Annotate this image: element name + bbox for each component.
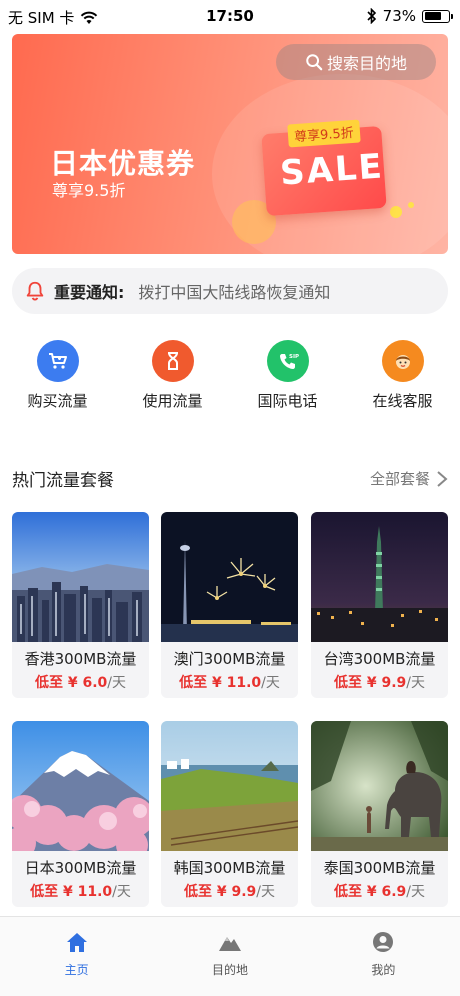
price-unit: /天 (112, 884, 131, 900)
package-name: 澳门300MB流量 (173, 650, 286, 668)
tab-home[interactable]: 主页 (0, 917, 153, 996)
price-prefix: 低至 ¥ (333, 884, 382, 900)
search-icon (306, 54, 323, 71)
price-value: 9.9 (231, 884, 257, 900)
package-price: 低至 ¥ 6.0/天 (12, 672, 149, 692)
tab-profile[interactable]: 我的 (307, 917, 460, 996)
quick-label: 国际电话 (257, 392, 318, 410)
hong-kong-skyline-image (12, 512, 149, 642)
quick-item-customer-service[interactable]: 在线客服 (345, 340, 460, 420)
price-value: 6.9 (381, 884, 407, 900)
price-prefix: 低至 ¥ (30, 884, 78, 900)
package-card-japan[interactable]: 日本300MB流量 低至 ¥ 11.0/天 (12, 721, 149, 907)
price-value: 6.0 (82, 675, 108, 691)
tab-label: 我的 (371, 963, 396, 977)
bluetooth-icon (367, 8, 376, 24)
battery-level (424, 12, 442, 20)
banner-title: 日本优惠券 (50, 147, 196, 180)
price-unit: /天 (261, 675, 280, 691)
quick-item-intl-call[interactable]: SIP 国际电话 (230, 340, 345, 420)
package-name: 日本300MB流量 (24, 859, 137, 877)
package-card-taiwan[interactable]: 台湾300MB流量 低至 ¥ 9.9/天 (311, 512, 448, 698)
package-name: 韩国300MB流量 (173, 859, 286, 877)
hot-packages-header: 热门流量套餐 全部套餐 (12, 466, 448, 492)
promo-banner[interactable]: 搜索目的地 日本优惠券 尊享9.5折 SALE 尊享9.5折 (12, 34, 448, 254)
macau-tower-fireworks-image (161, 512, 298, 642)
status-bar: 无 SIM 卡 17:50 73% (0, 0, 460, 34)
cart-icon (48, 353, 67, 369)
price-unit: /天 (107, 675, 127, 691)
tab-label: 目的地 (211, 963, 248, 977)
bell-icon (26, 281, 44, 301)
tab-label: 主页 (64, 963, 89, 977)
customer-service-icon (395, 355, 410, 369)
all-packages-label: 全部套餐 (369, 470, 430, 488)
quick-menu: 购买流量 使用流量 SIP 国际电话 在线客服 (0, 340, 460, 420)
package-card-macau[interactable]: 澳门300MB流量 低至 ¥ 11.0/天 (161, 512, 298, 698)
banner-decoration (408, 202, 414, 208)
package-card-thailand[interactable]: 泰国300MB流量 低至 ¥ 6.9/天 (311, 721, 448, 907)
quick-icon: SIP (266, 340, 309, 382)
quick-icon (36, 340, 79, 382)
quick-icon (151, 340, 194, 382)
sip-phone-icon: SIP (279, 354, 299, 369)
status-right: 73% (367, 7, 453, 25)
package-card-korea[interactable]: 韩国300MB流量 低至 ¥ 9.9/天 (161, 721, 298, 907)
price-value: 11.0 (226, 675, 262, 691)
price-unit: /天 (406, 884, 426, 900)
price-unit: /天 (256, 884, 276, 900)
home-icon (66, 933, 87, 952)
quick-label: 在线客服 (372, 392, 433, 410)
svg-text:SIP: SIP (289, 354, 299, 360)
hourglass-icon (167, 352, 178, 370)
chevron-right-icon (437, 470, 448, 487)
notice-bar[interactable]: 重要通知: 拨打中国大陆线路恢复通知 (12, 268, 448, 314)
package-price: 低至 ¥ 9.9/天 (161, 881, 298, 901)
notice-text: 拨打中国大陆线路恢复通知 (138, 283, 331, 302)
price-prefix: 低至 ¥ (179, 675, 227, 691)
package-card-hong-kong[interactable]: 香港300MB流量 低至 ¥ 6.0/天 (12, 512, 149, 698)
korea-coast-image (161, 721, 298, 851)
package-price: 低至 ¥ 11.0/天 (161, 672, 298, 692)
price-prefix: 低至 ¥ (34, 675, 83, 691)
banner-subtitle: 尊享9.5折 (52, 181, 126, 200)
section-title: 热门流量套餐 (12, 471, 114, 491)
package-price: 低至 ¥ 11.0/天 (12, 881, 149, 901)
banner-decoration (390, 206, 402, 218)
quick-icon (381, 340, 424, 382)
price-prefix: 低至 ¥ (333, 675, 382, 691)
package-price: 低至 ¥ 6.9/天 (311, 881, 448, 901)
taipei-101-night-image (311, 512, 448, 642)
destination-search-button[interactable]: 搜索目的地 (276, 44, 436, 80)
notice-label: 重要通知: (54, 283, 125, 302)
sale-text: SALE (278, 146, 386, 194)
package-price: 低至 ¥ 9.9/天 (311, 672, 448, 692)
price-value: 9.9 (381, 675, 407, 691)
package-name: 香港300MB流量 (24, 650, 137, 668)
price-prefix: 低至 ¥ (183, 884, 232, 900)
quick-label: 使用流量 (142, 392, 203, 410)
thailand-elephant-image (311, 721, 448, 851)
quick-item-buy-data[interactable]: 购买流量 (0, 340, 115, 420)
battery-icon (422, 9, 453, 23)
bottom-tab-bar: 主页 目的地 我的 (0, 916, 460, 996)
package-name: 台湾300MB流量 (323, 650, 436, 668)
package-name: 泰国300MB流量 (323, 859, 436, 877)
search-label: 搜索目的地 (326, 54, 407, 73)
battery-percent: 73% (382, 7, 416, 25)
mountain-icon (218, 937, 241, 951)
mount-fuji-sakura-image (12, 721, 149, 851)
quick-label: 购买流量 (27, 392, 88, 410)
price-unit: /天 (406, 675, 426, 691)
all-packages-link[interactable]: 全部套餐 (370, 468, 448, 489)
quick-item-use-data[interactable]: 使用流量 (115, 340, 230, 420)
tab-destinations[interactable]: 目的地 (153, 917, 306, 996)
price-value: 11.0 (77, 884, 113, 900)
profile-icon (373, 932, 394, 952)
